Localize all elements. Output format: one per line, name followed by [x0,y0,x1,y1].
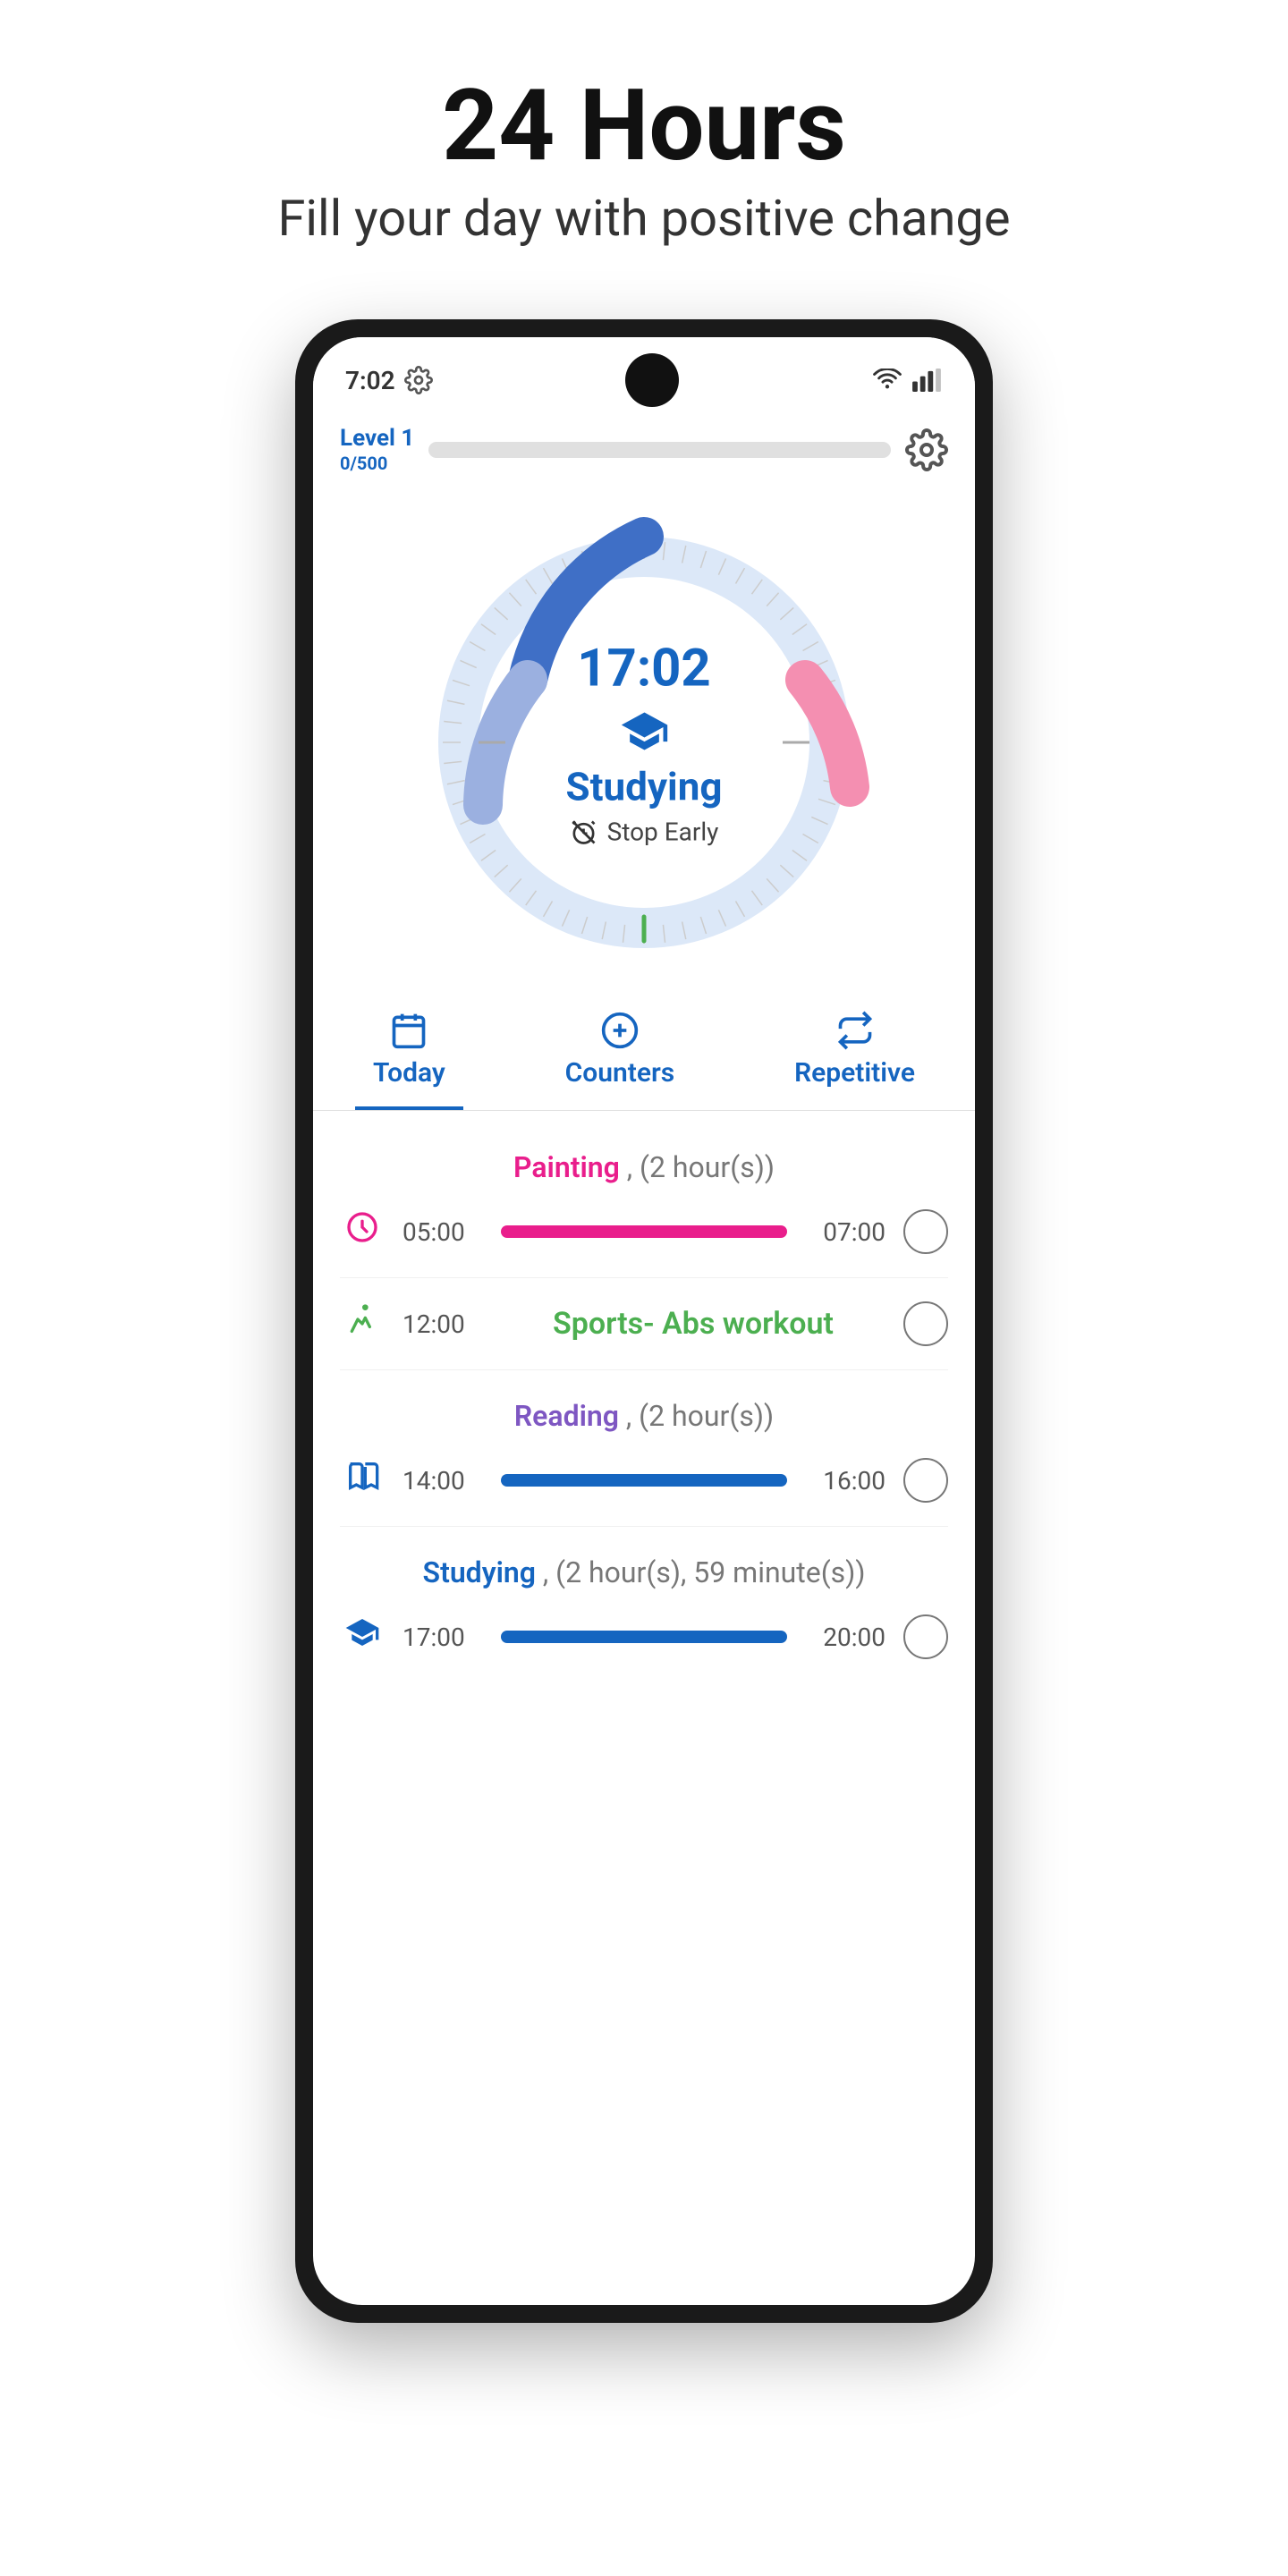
reading-end: 16:00 [805,1466,886,1496]
tab-repetitive[interactable]: Repetitive [776,1011,933,1106]
repeat-icon [835,1011,875,1050]
reading-duration: , (2 hour(s)) [626,1399,774,1433]
studying-bar [501,1631,787,1643]
signal-icon [911,369,943,392]
clock-activity-name: Studying [566,764,723,810]
clock-container: 17:02 Studying Stop Ea [313,483,975,993]
wifi-icon [871,369,903,392]
level-label: Level 1 0/500 [340,425,414,474]
studying-header: Studying , (2 hour(s), 59 minute(s)) [313,1534,975,1598]
painting-bar [501,1225,787,1238]
sports-start: 12:00 [402,1309,483,1339]
painting-name: Painting [513,1150,620,1184]
studying-duration: , (2 hour(s), 59 minute(s)) [543,1555,866,1589]
sports-row: 12:00 Sports- Abs workout [313,1285,975,1362]
page-subtitle: Fill your day with positive change [0,189,1288,248]
reading-row: 14:00 16:00 [313,1442,975,1519]
divider-1 [340,1277,948,1278]
clock-stop-button[interactable]: Stop Early [570,818,719,847]
painting-row: 05:00 07:00 [313,1193,975,1270]
calendar-icon [389,1011,428,1050]
reading-start: 14:00 [402,1466,483,1496]
clock-svg-wrapper: 17:02 Studying Stop Ea [411,510,877,975]
settings-status-icon [404,366,433,394]
tab-counters[interactable]: Counters [547,1011,693,1106]
divider-2 [340,1369,948,1370]
tab-today-label: Today [373,1057,445,1089]
status-time-area: 7:02 [345,366,433,395]
studying-row: 17:00 20:00 [313,1598,975,1675]
clock-center-content: 17:02 Studying Stop Ea [566,639,723,847]
painting-duration: , (2 hour(s)) [627,1150,775,1184]
stop-alarm-icon [570,818,598,846]
divider-3 [340,1526,948,1527]
studying-end: 20:00 [805,1623,886,1652]
status-bar: 7:02 [313,337,975,416]
tab-today[interactable]: Today [355,1011,463,1110]
phone-screen: 7:02 [313,337,975,2305]
painting-header: Painting , (2 hour(s)) [313,1129,975,1193]
painting-checkbox[interactable] [903,1209,948,1254]
reading-name: Reading [514,1399,619,1433]
sports-checkbox[interactable] [903,1301,948,1346]
page-header: 24 Hours Fill your day with positive cha… [0,0,1288,284]
studying-checkbox[interactable] [903,1614,948,1659]
reading-icon [340,1458,385,1503]
plus-circle-icon [600,1011,640,1050]
activity-list: Painting , (2 hour(s)) 05:00 07:00 [313,1111,975,1693]
page-title: 24 Hours [0,72,1288,180]
camera-notch [625,353,679,407]
reading-header: Reading , (2 hour(s)) [313,1377,975,1442]
painting-icon [340,1209,385,1254]
settings-icon[interactable] [905,428,948,471]
graduation-cap-icon [619,707,669,757]
nav-tabs: Today Counters Repetitive [313,993,975,1111]
sports-name: Sports- Abs workout [501,1306,886,1342]
status-time: 7:02 [345,366,395,395]
clock-time: 17:02 [577,639,710,699]
phone-frame: 7:02 [295,319,993,2323]
painting-end: 07:00 [805,1217,886,1247]
studying-icon [340,1614,385,1659]
studying-name: Studying [423,1555,536,1589]
sports-icon [340,1301,385,1346]
reading-bar [501,1474,787,1487]
level-bar: Level 1 0/500 [313,416,975,483]
reading-checkbox[interactable] [903,1458,948,1503]
status-icons [871,369,943,392]
studying-start: 17:00 [402,1623,483,1652]
tab-repetitive-label: Repetitive [794,1057,915,1089]
level-progress-bar [428,442,891,458]
painting-start: 05:00 [402,1217,483,1247]
tab-counters-label: Counters [565,1057,675,1089]
